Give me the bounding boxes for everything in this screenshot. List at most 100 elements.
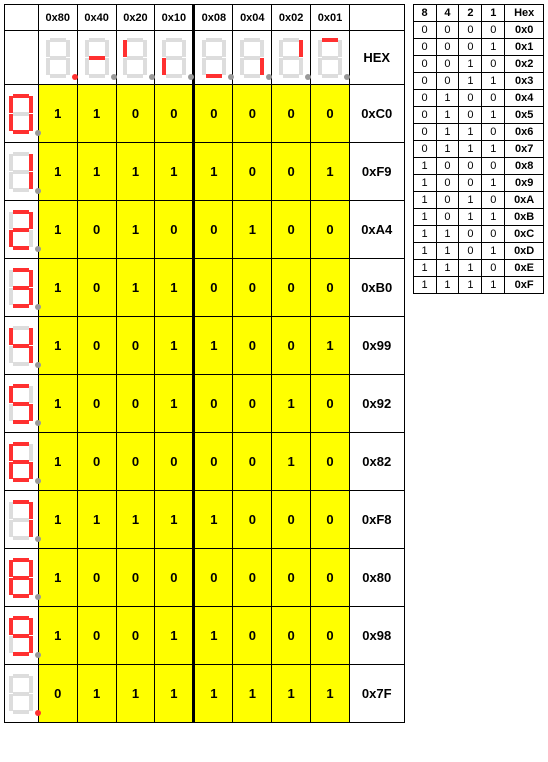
bit-cell: 0 <box>272 143 311 201</box>
mini-bit-cell: 1 <box>459 141 482 158</box>
mini-bit-cell: 1 <box>413 243 436 260</box>
bit-cell: 0 <box>194 201 233 259</box>
bit-cell: 1 <box>38 85 77 143</box>
bit-cell: 0 <box>155 549 194 607</box>
mini-row: 01010x5 <box>413 107 543 124</box>
bit-cell: 0 <box>272 549 311 607</box>
hex-cell: 0xF8 <box>349 491 404 549</box>
mini-bit-cell: 0 <box>413 56 436 73</box>
mini-bit-cell: 1 <box>436 226 459 243</box>
mini-bit-cell: 1 <box>459 260 482 277</box>
bit-cell: 1 <box>272 665 311 723</box>
mini-bit-cell: 0 <box>482 22 505 39</box>
bit-cell: 0 <box>116 607 155 665</box>
mini-hex-cell: 0xF <box>505 277 544 294</box>
mini-bit-cell: 1 <box>482 107 505 124</box>
mini-header: 8 4 2 1 Hex <box>413 5 543 22</box>
bit-cell: 0 <box>77 201 116 259</box>
bit-cell: 0 <box>116 375 155 433</box>
bit-cell: 0 <box>311 491 350 549</box>
mini-bit-cell: 1 <box>413 158 436 175</box>
hex-cell: 0xC0 <box>349 85 404 143</box>
mini-bit-cell: 1 <box>482 141 505 158</box>
mini-bit-cell: 0 <box>459 22 482 39</box>
mini-row: 00110x3 <box>413 73 543 90</box>
col-0x01: 0x01 <box>311 5 350 31</box>
bit-cell: 1 <box>311 317 350 375</box>
mini-hex-cell: 0x5 <box>505 107 544 124</box>
bit-cell: 0 <box>311 607 350 665</box>
col-0x40: 0x40 <box>77 5 116 31</box>
mini-bit-cell: 0 <box>459 158 482 175</box>
bit-cell: 1 <box>194 607 233 665</box>
mini-row: 11110xF <box>413 277 543 294</box>
mini-bit-cell: 0 <box>413 39 436 56</box>
mini-row: 10100xA <box>413 192 543 209</box>
mini-col-8: 8 <box>413 5 436 22</box>
col-0x80: 0x80 <box>38 5 77 31</box>
bit-cell: 0 <box>311 85 350 143</box>
bit-cell: 0 <box>77 259 116 317</box>
segment-icon-row: HEX <box>5 31 405 85</box>
digit-icon <box>5 607 39 665</box>
seg-icon-d <box>194 31 233 85</box>
digit-icon <box>5 143 39 201</box>
mini-row: 01110x7 <box>413 141 543 158</box>
mini-row: 11000xC <box>413 226 543 243</box>
bit-cell: 1 <box>155 665 194 723</box>
bit-cell: 0 <box>155 433 194 491</box>
seg-icon-g <box>77 31 116 85</box>
mini-bit-cell: 0 <box>436 175 459 192</box>
mini-row: 10110xB <box>413 209 543 226</box>
bit-cell: 1 <box>38 259 77 317</box>
bit-cell: 0 <box>233 85 272 143</box>
bit-cell: 0 <box>272 85 311 143</box>
seg-icon-f <box>116 31 155 85</box>
col-0x08: 0x08 <box>194 5 233 31</box>
bit-cell: 1 <box>155 607 194 665</box>
bit-cell: 0 <box>311 259 350 317</box>
bit-cell: 1 <box>272 433 311 491</box>
bit-cell: 0 <box>311 433 350 491</box>
mini-row: 01000x4 <box>413 90 543 107</box>
mini-col-2: 2 <box>459 5 482 22</box>
page-wrap: 0x80 0x40 0x20 0x10 0x08 0x04 0x02 0x01 … <box>4 4 544 723</box>
bit-cell: 0 <box>116 317 155 375</box>
mini-hex-cell: 0xE <box>505 260 544 277</box>
rows-body: 110000000xC0111110010xF9101001000xA41011… <box>5 85 405 723</box>
mini-bit-cell: 0 <box>413 141 436 158</box>
bit-cell: 0 <box>233 375 272 433</box>
mini-bit-cell: 0 <box>482 124 505 141</box>
bit-cell: 1 <box>194 317 233 375</box>
mini-bit-cell: 0 <box>413 22 436 39</box>
bit-cell: 1 <box>272 375 311 433</box>
bit-cell: 0 <box>233 143 272 201</box>
row-0x7F: 011111110x7F <box>5 665 405 723</box>
mini-bit-cell: 1 <box>459 73 482 90</box>
col-hex-blank <box>349 5 404 31</box>
mini-bit-cell: 1 <box>413 226 436 243</box>
mini-bit-cell: 0 <box>482 158 505 175</box>
mini-row: 00000x0 <box>413 22 543 39</box>
mini-hex-cell: 0x9 <box>505 175 544 192</box>
mini-bit-cell: 1 <box>459 277 482 294</box>
bit-cell: 1 <box>194 143 233 201</box>
bit-cell: 0 <box>311 549 350 607</box>
mini-hex-cell: 0xD <box>505 243 544 260</box>
bit-cell: 1 <box>38 549 77 607</box>
mini-bit-cell: 1 <box>482 39 505 56</box>
mini-bit-cell: 0 <box>459 90 482 107</box>
bit-cell: 0 <box>272 491 311 549</box>
bit-cell: 1 <box>77 85 116 143</box>
bit-cell: 0 <box>116 85 155 143</box>
bit-cell: 0 <box>233 317 272 375</box>
mini-hex-cell: 0x3 <box>505 73 544 90</box>
mini-bit-cell: 0 <box>482 192 505 209</box>
bit-cell: 0 <box>272 259 311 317</box>
bit-cell: 0 <box>272 317 311 375</box>
bit-cell: 1 <box>77 143 116 201</box>
mini-bit-cell: 0 <box>436 39 459 56</box>
corner-blank <box>5 5 39 31</box>
bit-cell: 1 <box>38 143 77 201</box>
mini-bit-cell: 1 <box>413 277 436 294</box>
